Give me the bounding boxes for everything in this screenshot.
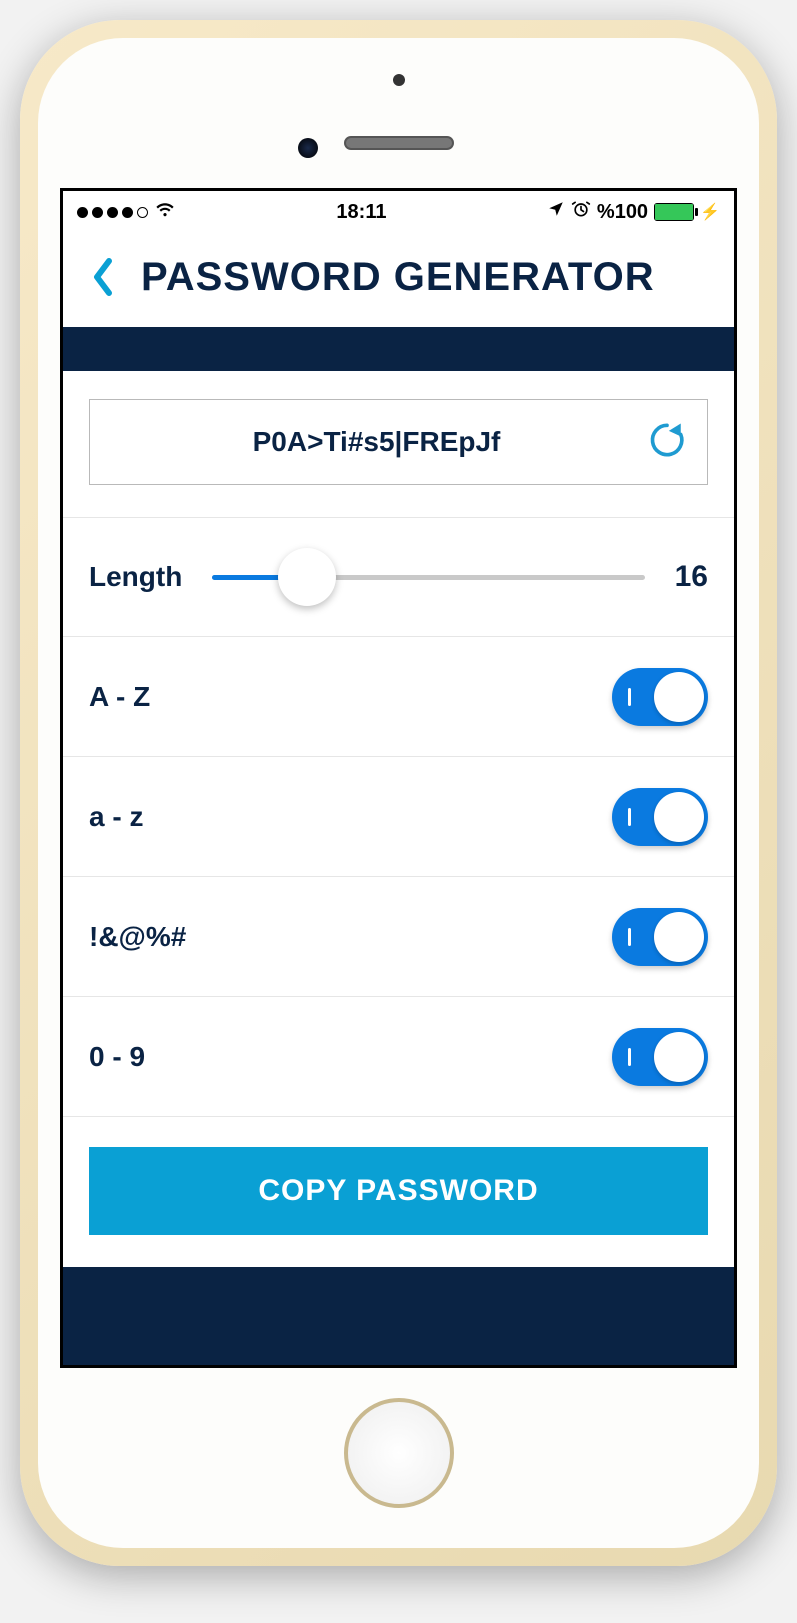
battery-fill — [655, 204, 693, 220]
screen: 18:11 %100 ⚡ — [60, 188, 737, 1368]
earpiece-speaker — [344, 136, 454, 150]
chevron-left-icon — [91, 257, 115, 297]
battery-percent: %100 — [597, 201, 648, 224]
toggle-symbols[interactable] — [612, 908, 708, 966]
charging-icon: ⚡ — [700, 202, 720, 222]
option-row-digits: 0 - 9 — [63, 997, 734, 1117]
header-divider-bar — [63, 327, 734, 371]
proximity-sensor — [393, 74, 405, 86]
toggle-knob — [654, 792, 704, 842]
length-value: 16 — [675, 560, 708, 594]
refresh-icon — [645, 418, 689, 462]
phone-bezel: 18:11 %100 ⚡ — [38, 38, 759, 1548]
location-icon — [547, 200, 565, 224]
front-camera — [298, 138, 318, 158]
status-left — [77, 198, 176, 226]
option-row-symbols: !&@%# — [63, 877, 734, 997]
copy-password-button[interactable]: COPY PASSWORD — [89, 1147, 708, 1235]
option-row-lowercase: a - z — [63, 757, 734, 877]
length-label: Length — [89, 561, 182, 593]
toggle-knob — [654, 672, 704, 722]
password-display-box: P0A>Ti#s5|FREpJf — [89, 399, 708, 485]
home-button[interactable] — [344, 1398, 454, 1508]
phone-frame: 18:11 %100 ⚡ — [20, 20, 777, 1566]
regenerate-button[interactable] — [645, 418, 689, 467]
status-bar: 18:11 %100 ⚡ — [63, 191, 734, 233]
password-section: P0A>Ti#s5|FREpJf — [63, 371, 734, 485]
toggle-knob — [654, 912, 704, 962]
option-label-digits: 0 - 9 — [89, 1041, 145, 1073]
length-slider[interactable] — [212, 552, 644, 602]
status-time: 18:11 — [336, 201, 386, 224]
toggle-lowercase[interactable] — [612, 788, 708, 846]
signal-strength-icon — [77, 207, 148, 218]
toggle-digits[interactable] — [612, 1028, 708, 1086]
alarm-icon — [571, 199, 591, 225]
toggle-uppercase[interactable] — [612, 668, 708, 726]
option-label-lowercase: a - z — [89, 801, 143, 833]
options-list: Length 16 A - Z a - z — [63, 485, 734, 1117]
slider-thumb[interactable] — [278, 548, 336, 606]
length-row: Length 16 — [63, 517, 734, 637]
generated-password: P0A>Ti#s5|FREpJf — [108, 426, 645, 458]
toggle-knob — [654, 1032, 704, 1082]
status-right: %100 ⚡ — [547, 199, 720, 225]
option-row-uppercase: A - Z — [63, 637, 734, 757]
option-label-symbols: !&@%# — [89, 921, 186, 953]
page-title: PASSWORD GENERATOR — [141, 255, 655, 300]
option-label-uppercase: A - Z — [89, 681, 150, 713]
copy-area: COPY PASSWORD — [63, 1117, 734, 1235]
bottom-panel — [63, 1267, 734, 1365]
nav-header: PASSWORD GENERATOR — [63, 233, 734, 327]
battery-icon — [654, 203, 694, 221]
back-button[interactable] — [83, 253, 123, 301]
wifi-icon — [154, 198, 176, 226]
